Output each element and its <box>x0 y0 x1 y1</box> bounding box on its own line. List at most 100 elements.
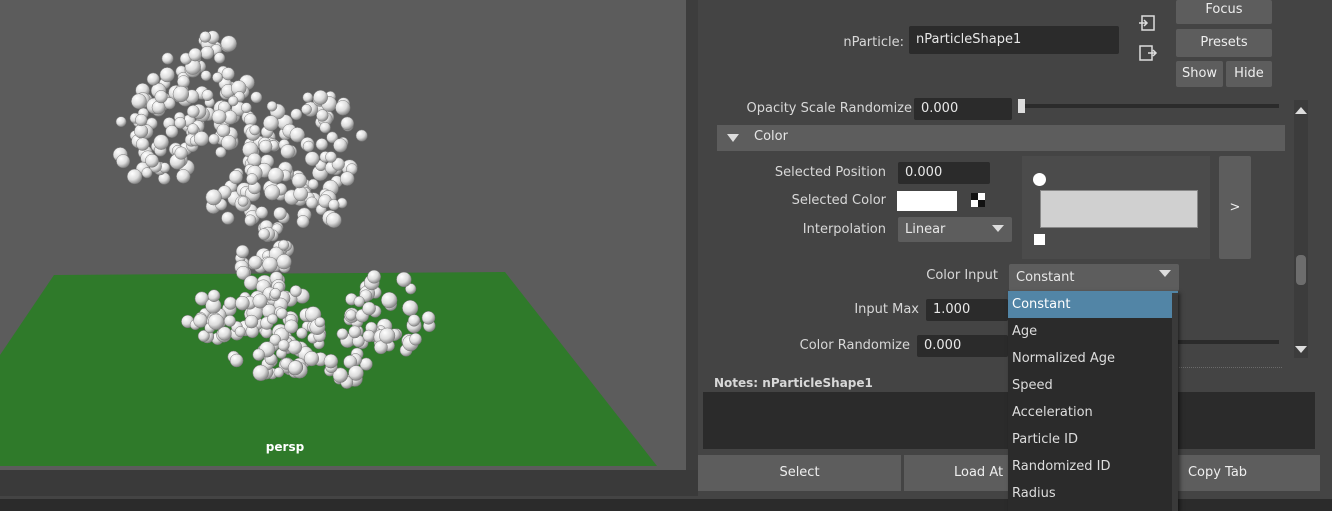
color-input-value: Constant <box>1016 270 1075 285</box>
particle <box>208 133 220 145</box>
particle <box>335 100 351 116</box>
dropdown-option-particle-id[interactable]: Particle ID <box>1008 426 1178 453</box>
particle <box>154 90 168 104</box>
particle <box>333 138 348 153</box>
particle <box>269 288 281 300</box>
particle <box>296 327 308 339</box>
particle <box>264 184 281 201</box>
particle <box>215 146 227 158</box>
interpolation-value: Linear <box>905 222 946 237</box>
dropdown-option-speed[interactable]: Speed <box>1008 372 1178 399</box>
input-connections-icon[interactable] <box>1138 14 1158 32</box>
3d-viewport[interactable]: persp <box>0 0 686 470</box>
particle <box>267 167 284 184</box>
presets-button[interactable]: Presets <box>1176 29 1272 57</box>
particle <box>348 325 362 339</box>
particle <box>296 215 310 229</box>
select-button[interactable]: Select <box>698 455 901 491</box>
dropdown-option-randomized-id[interactable]: Randomized ID <box>1008 453 1178 480</box>
particle <box>161 52 174 65</box>
dropdown-option-constant[interactable]: Constant <box>1008 291 1178 318</box>
interpolation-label: Interpolation <box>802 222 886 237</box>
particle <box>241 102 252 114</box>
scroll-up-icon[interactable] <box>1295 106 1307 114</box>
output-connections-icon[interactable] <box>1138 44 1158 62</box>
expand-ramp-button[interactable]: > <box>1219 156 1251 259</box>
particle <box>246 173 258 185</box>
particle <box>187 123 199 135</box>
particle <box>252 293 268 309</box>
particle <box>315 138 328 151</box>
particle <box>211 109 227 125</box>
particle <box>301 104 312 115</box>
color-randomize-slider[interactable] <box>1178 340 1279 344</box>
particle <box>228 169 243 185</box>
particle <box>188 47 202 62</box>
selected-color-swatch[interactable] <box>897 191 957 211</box>
show-button[interactable]: Show <box>1176 61 1223 87</box>
input-max-label: Input Max <box>854 302 919 317</box>
particle <box>205 189 222 206</box>
particle <box>252 348 265 361</box>
opacity-scale-randomize-slider[interactable] <box>1019 104 1279 108</box>
particle <box>396 271 412 288</box>
node-name-field[interactable]: nParticleShape1 <box>909 26 1119 54</box>
color-randomize-field[interactable]: 0.000 <box>917 335 1008 357</box>
dropdown-scrollbar[interactable] <box>1172 293 1178 511</box>
particle <box>223 314 236 327</box>
particle <box>266 100 278 112</box>
particle <box>325 212 342 228</box>
node-type-label: nParticle: <box>843 35 904 50</box>
focus-button[interactable]: Focus <box>1176 0 1272 24</box>
particle <box>303 351 320 367</box>
color-section-header[interactable]: Color <box>717 125 1285 151</box>
dropdown-option-acceleration[interactable]: Acceleration <box>1008 399 1178 426</box>
dropdown-option-radius[interactable]: Radius <box>1008 480 1178 507</box>
particle <box>223 296 237 310</box>
scroll-down-icon[interactable] <box>1295 346 1307 354</box>
color-ramp-gradient[interactable] <box>1040 190 1198 228</box>
color-input-options-list[interactable]: Constant Age Normalized Age Speed Accele… <box>1008 291 1178 511</box>
particle <box>201 89 214 102</box>
particle <box>348 365 364 381</box>
particle <box>220 35 237 52</box>
particle <box>314 316 326 328</box>
particle <box>199 31 212 43</box>
particle <box>336 328 349 340</box>
color-picker-icon[interactable] <box>971 193 985 207</box>
particle <box>302 92 314 103</box>
scene-canvas <box>0 30 657 466</box>
particle <box>276 254 292 270</box>
particle <box>273 206 287 221</box>
color-section-label: Color <box>754 129 788 144</box>
input-max-field[interactable]: 1.000 <box>926 299 1008 321</box>
particle <box>339 171 355 186</box>
ramp-color-handle[interactable] <box>1034 234 1045 245</box>
particle <box>227 95 239 107</box>
particle <box>278 239 290 251</box>
particle <box>200 70 212 81</box>
selected-position-label: Selected Position <box>774 165 886 180</box>
particle <box>249 124 261 136</box>
ramp-position-handle[interactable] <box>1033 173 1046 186</box>
particle <box>280 144 295 159</box>
slider-handle[interactable] <box>1018 99 1025 113</box>
attributes-scrollbar[interactable] <box>1294 100 1308 358</box>
dropdown-option-age[interactable]: Age <box>1008 318 1178 345</box>
dropdown-option-normalized-age[interactable]: Normalized Age <box>1008 345 1178 372</box>
color-input-dropdown[interactable]: Constant <box>1009 264 1179 291</box>
particle <box>116 154 131 169</box>
particle <box>255 206 269 219</box>
particle <box>207 289 221 302</box>
particle <box>407 314 421 327</box>
particle <box>252 364 269 382</box>
hide-button[interactable]: Hide <box>1226 61 1272 87</box>
opacity-scale-randomize-field[interactable]: 0.000 <box>914 98 1012 120</box>
particle <box>235 295 250 311</box>
particle <box>186 105 200 118</box>
selected-position-field[interactable]: 0.000 <box>898 162 990 184</box>
panel-divider[interactable] <box>686 0 698 470</box>
particle <box>304 151 320 167</box>
particle <box>379 327 396 344</box>
scrollbar-thumb[interactable] <box>1296 255 1306 285</box>
